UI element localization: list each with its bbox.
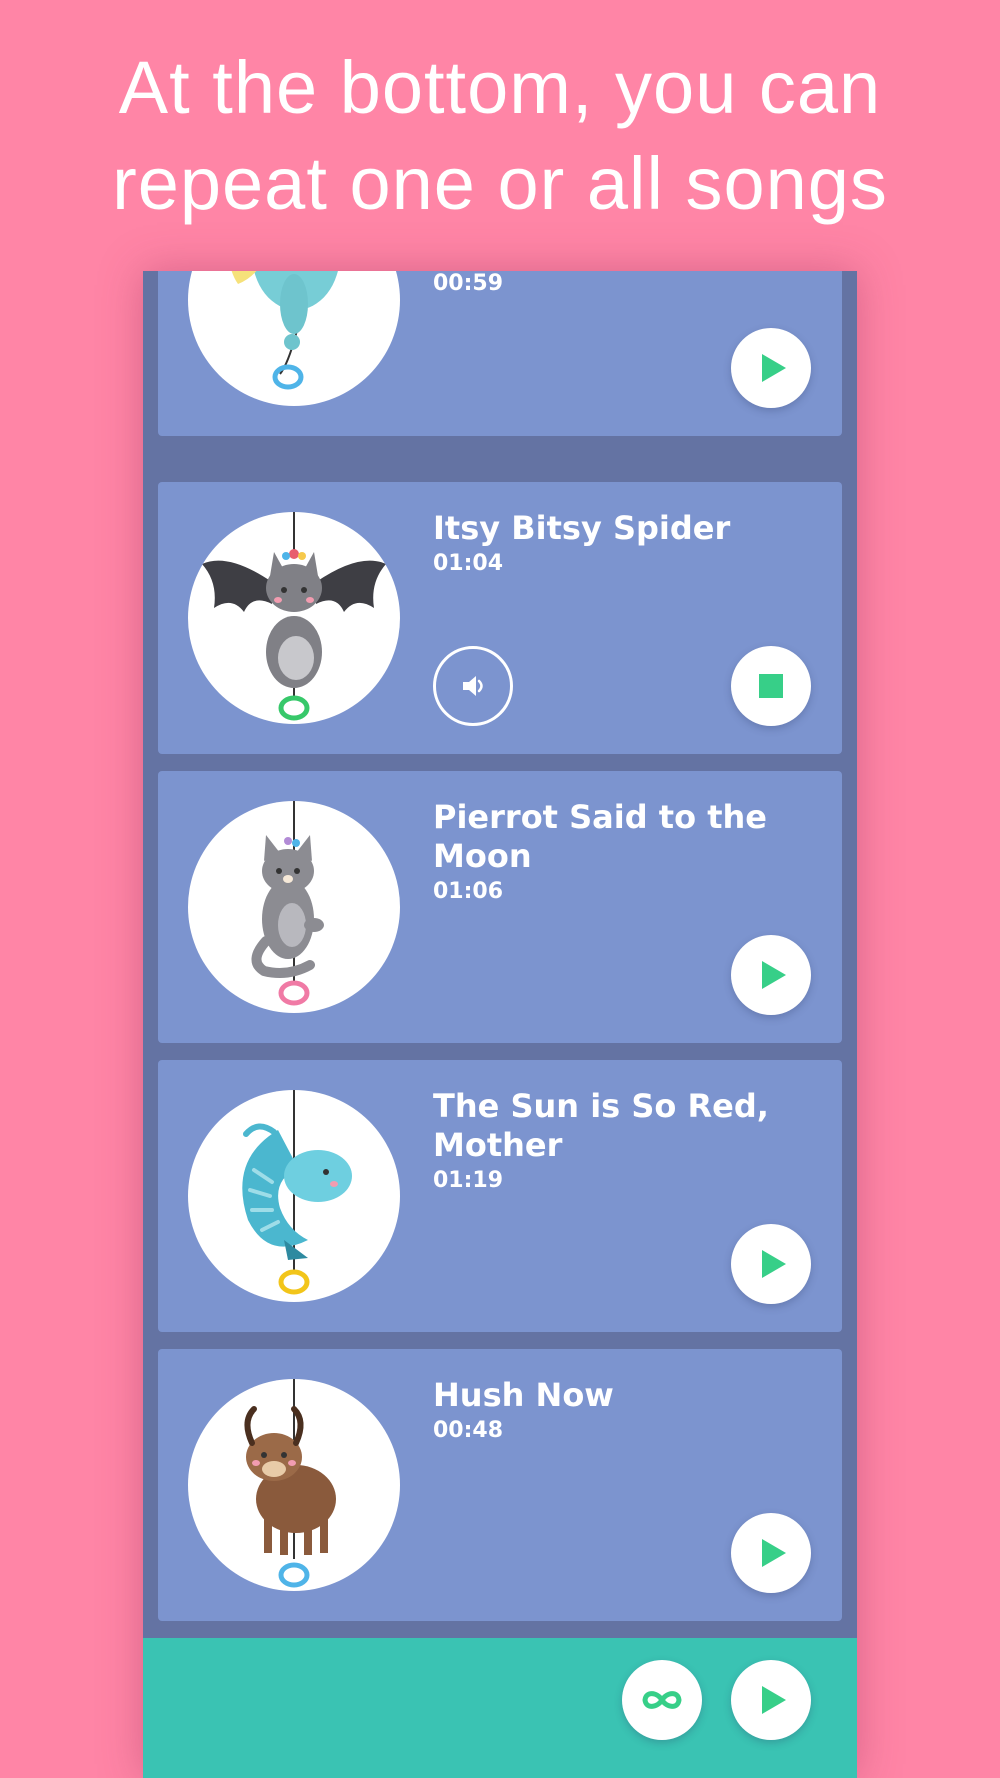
song-card[interactable]: 00:59	[158, 271, 842, 436]
stop-button[interactable]	[731, 646, 811, 726]
infinity-icon	[642, 1691, 682, 1709]
song-title: Itsy Bitsy Spider	[433, 509, 731, 547]
song-duration: 01:19	[433, 1168, 504, 1193]
play-icon	[762, 1686, 786, 1714]
song-title: The Sun is So Red, Mother	[433, 1087, 769, 1164]
play-button[interactable]	[731, 1224, 811, 1304]
headline-line-1: At the bottom, you can	[118, 46, 882, 129]
yak-artwork	[188, 1379, 400, 1591]
stop-icon	[759, 674, 783, 698]
bat-cat-artwork	[188, 512, 400, 724]
play-button[interactable]	[731, 1513, 811, 1593]
song-duration: 01:06	[433, 879, 504, 904]
play-icon	[762, 1250, 786, 1278]
chameleon-artwork	[188, 1090, 400, 1302]
cat-illustration	[251, 801, 324, 1006]
song-card[interactable]: The Sun is So Red, Mother 01:19	[158, 1060, 842, 1332]
chameleon-illustration	[242, 1090, 352, 1295]
unicorn-illustration	[231, 271, 338, 390]
volume-icon	[463, 676, 483, 696]
play-icon	[762, 354, 786, 382]
bottom-bar	[143, 1638, 857, 1778]
repeat-all-button[interactable]	[622, 1660, 702, 1740]
yak-illustration	[244, 1379, 336, 1588]
phone-screen: 00:59 Itsy Bitsy Spider 01:04 Pierrot Sa…	[143, 271, 857, 1778]
play-icon	[762, 961, 786, 989]
play-button[interactable]	[731, 935, 811, 1015]
song-card[interactable]: Itsy Bitsy Spider 01:04	[158, 482, 842, 754]
song-card[interactable]: Pierrot Said to the Moon 01:06	[158, 771, 842, 1043]
song-card[interactable]: Hush Now 00:48	[158, 1349, 842, 1621]
song-duration: 00:59	[433, 271, 504, 296]
song-duration: 00:48	[433, 1418, 504, 1443]
song-title: Pierrot Said to the Moon	[433, 798, 767, 875]
song-duration: 01:04	[433, 551, 504, 576]
volume-button[interactable]	[433, 646, 513, 726]
song-list[interactable]: 00:59 Itsy Bitsy Spider 01:04 Pierrot Sa…	[143, 271, 857, 1638]
song-title: Hush Now	[433, 1376, 614, 1414]
play-button[interactable]	[731, 328, 811, 408]
headline: At the bottom, you can repeat one or all…	[0, 40, 1000, 232]
play-all-button[interactable]	[731, 1660, 811, 1740]
play-icon	[762, 1539, 786, 1567]
headline-line-2: repeat one or all songs	[112, 142, 888, 225]
unicorn-artwork	[188, 271, 400, 406]
cat-artwork	[188, 801, 400, 1013]
bat-cat-illustration	[202, 512, 386, 721]
